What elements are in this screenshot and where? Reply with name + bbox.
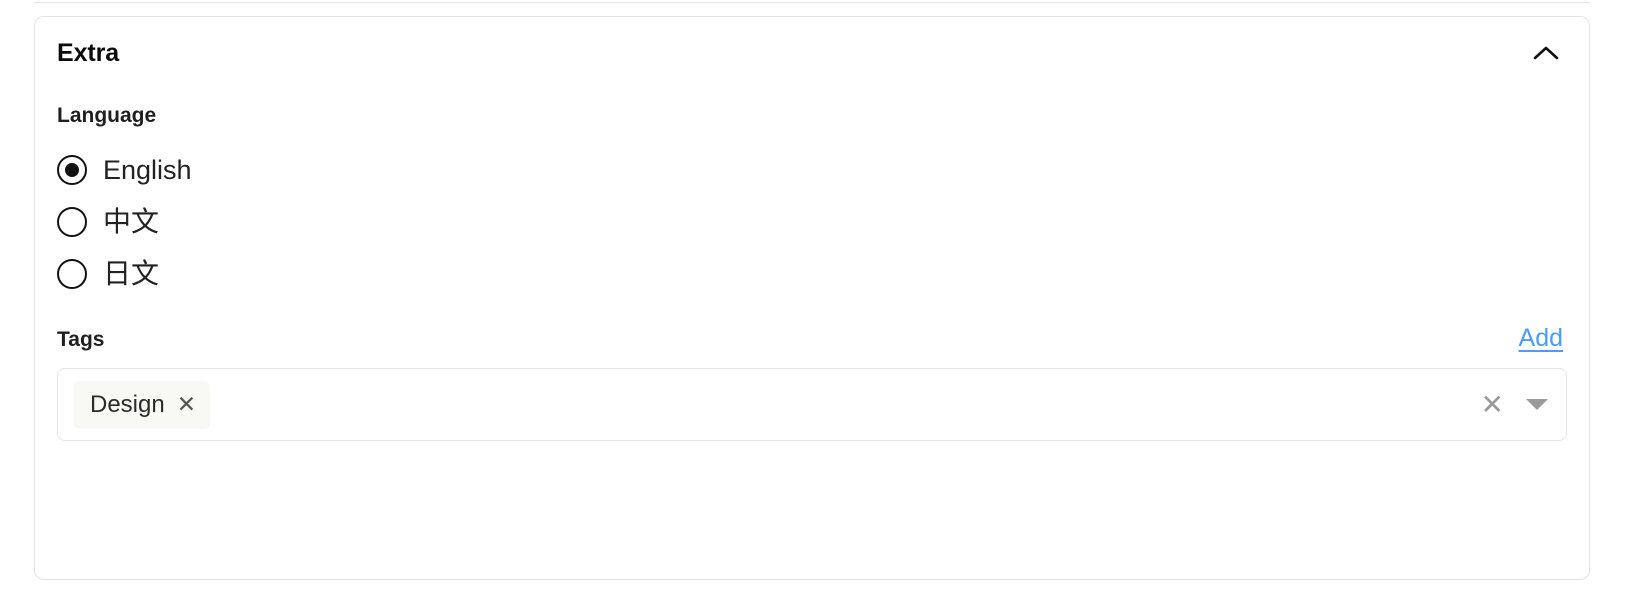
tags-select-input[interactable]: Design ✕ ✕ [57, 368, 1567, 441]
radio-indicator-english[interactable] [57, 155, 87, 185]
extra-card: Extra Language English 中文 日文 Tags Add De… [34, 16, 1590, 580]
radio-indicator-japanese[interactable] [57, 259, 87, 289]
collapse-toggle-button[interactable] [1529, 36, 1563, 70]
extra-card-body: Language English 中文 日文 Tags Add Design ✕… [35, 105, 1589, 441]
radio-option-english[interactable]: English [57, 144, 192, 196]
radio-label-chinese: 中文 [103, 206, 160, 237]
section-divider [34, 2, 1590, 3]
clear-icon[interactable]: ✕ [1481, 390, 1504, 419]
radio-option-japanese[interactable]: 日文 [57, 248, 159, 300]
radio-label-english: English [103, 154, 192, 185]
language-radio-group: English 中文 日文 [57, 144, 1567, 300]
radio-option-chinese[interactable]: 中文 [57, 196, 159, 248]
radio-dot [65, 163, 79, 177]
language-field: Language [57, 105, 1567, 126]
language-label: Language [57, 104, 157, 127]
extra-settings-page: Extra Language English 中文 日文 Tags Add De… [0, 0, 1629, 605]
caret-down-icon[interactable] [1526, 399, 1548, 410]
chevron-up-icon [1533, 45, 1559, 61]
radio-indicator-chinese[interactable] [57, 207, 87, 237]
page-title: Extra [57, 38, 120, 67]
tags-field-header: Tags Add [57, 326, 1567, 351]
extra-card-header: Extra [35, 17, 1589, 89]
tag-chip-label: Design [90, 390, 165, 418]
tag-chip-remove-icon[interactable]: ✕ [177, 393, 196, 416]
add-tag-link[interactable]: Add [1519, 326, 1563, 351]
radio-label-japanese: 日文 [103, 258, 160, 289]
tags-label: Tags [57, 328, 105, 351]
tags-input-actions: ✕ [1481, 369, 1548, 440]
tag-chip-design[interactable]: Design ✕ [74, 380, 210, 429]
